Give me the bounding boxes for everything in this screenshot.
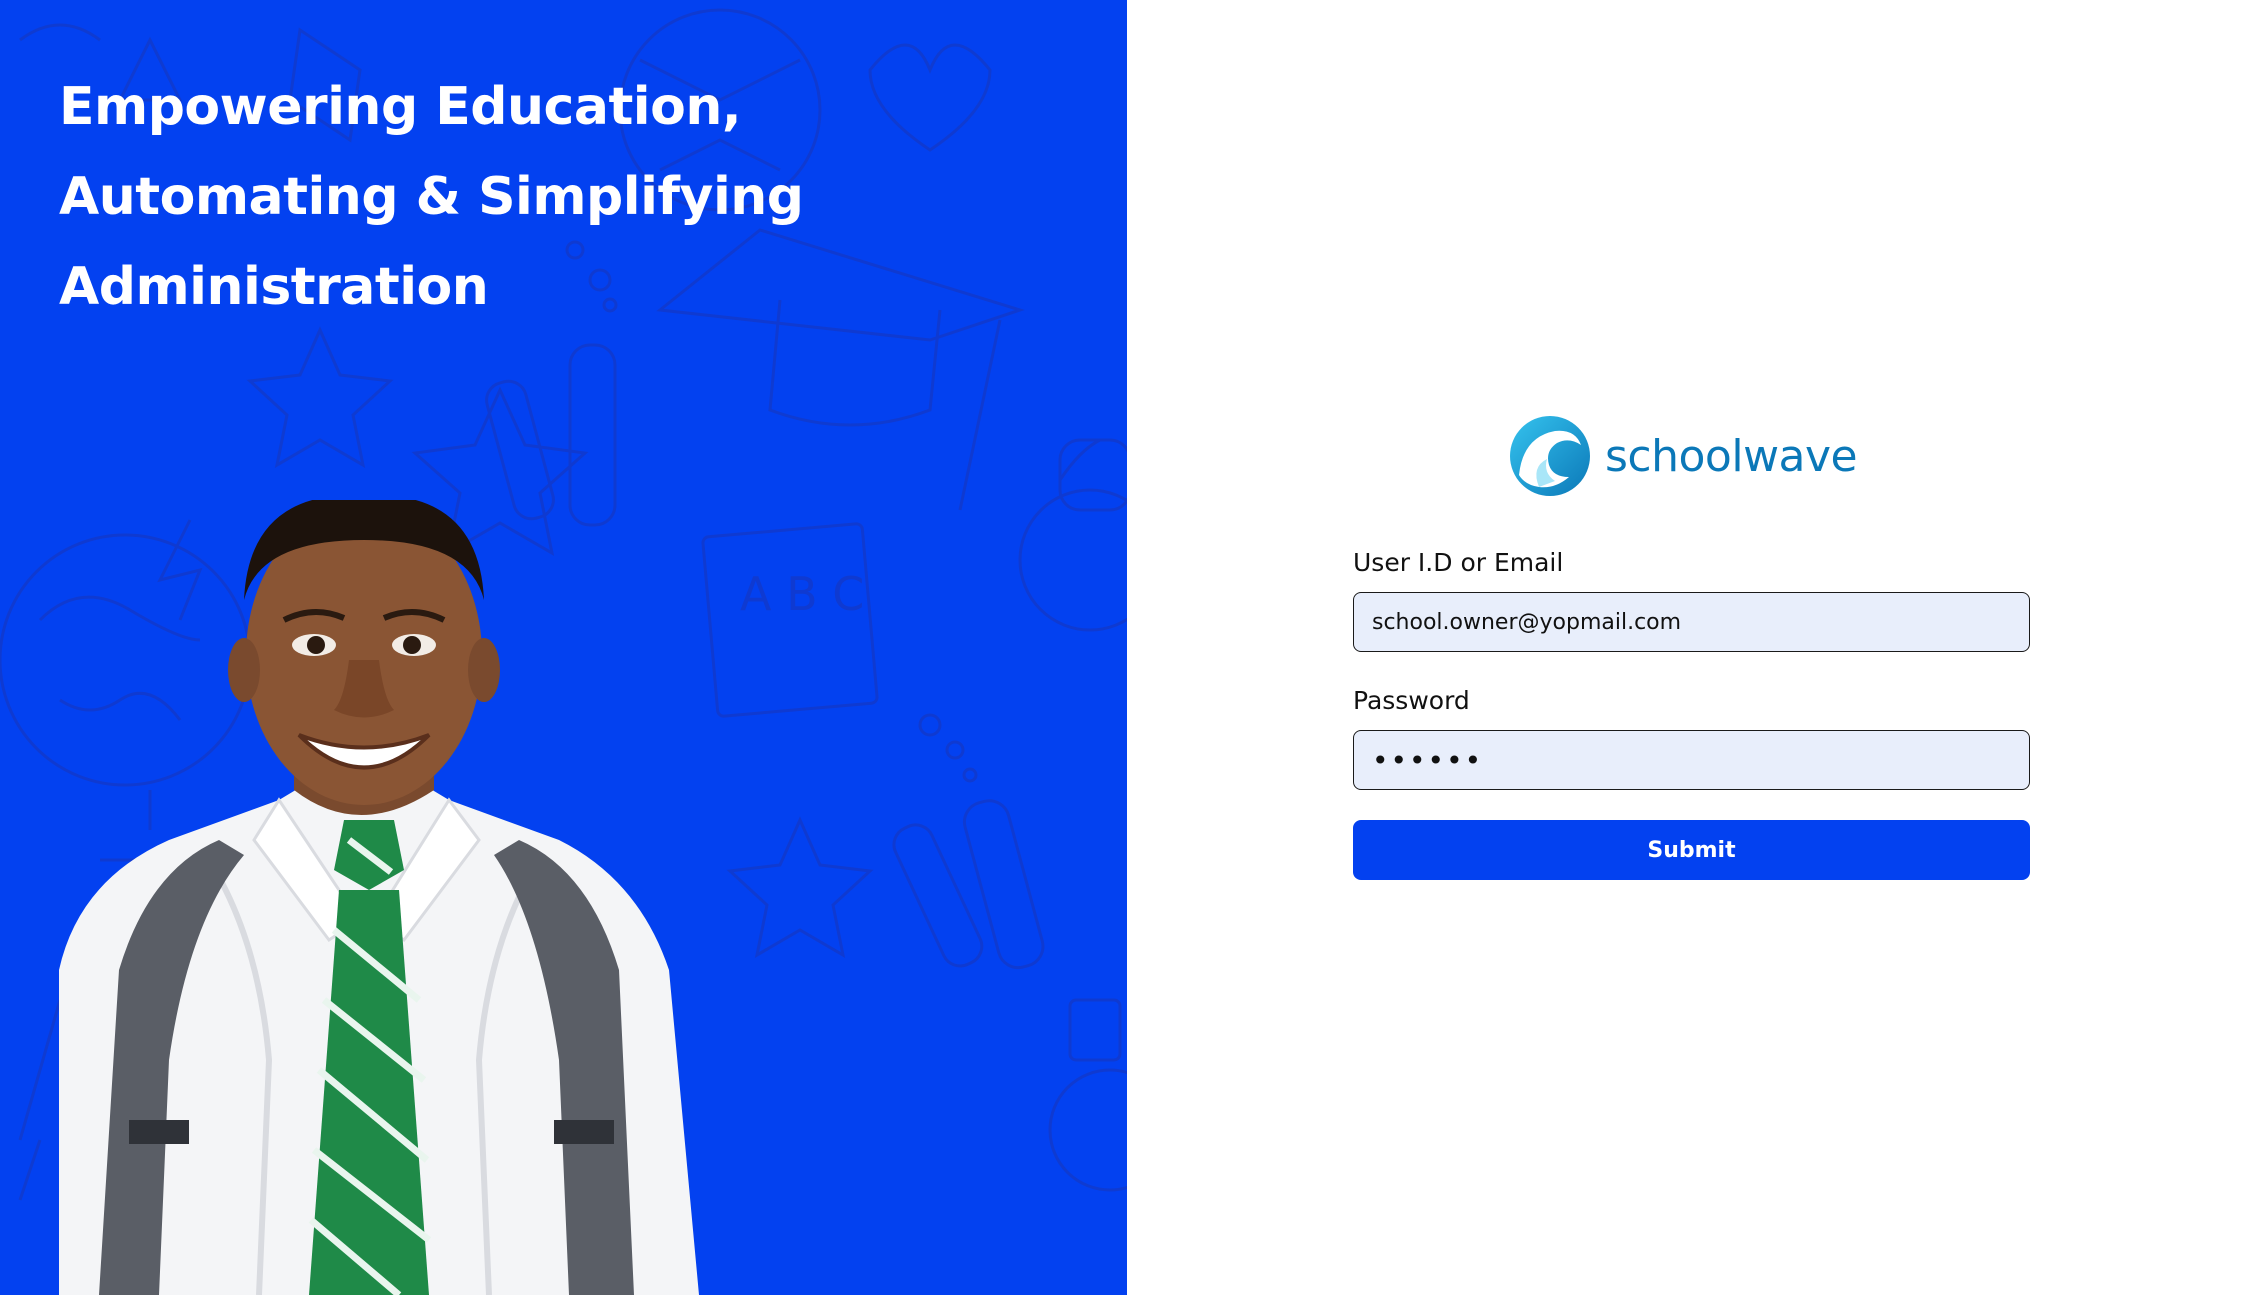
hero-heading-line-2: Automating & Simplifying	[59, 167, 804, 227]
password-label: Password	[1353, 686, 1470, 715]
hero-heading-line-1: Empowering Education,	[59, 77, 742, 137]
hero-panel: A B C Empowering Education, Automating &…	[0, 0, 1127, 1295]
hero-heading: Empowering Education, Automating & Simpl…	[59, 62, 959, 332]
submit-button[interactable]: Submit	[1353, 820, 2030, 880]
student-photo	[59, 500, 699, 1295]
login-panel: schoolwave User I.D or Email Password Su…	[1127, 0, 2254, 1295]
user-id-label: User I.D or Email	[1353, 548, 1564, 577]
hero-heading-line-3: Administration	[59, 257, 489, 317]
password-input[interactable]	[1353, 730, 2030, 790]
brand-name: schoolwave	[1605, 430, 1858, 482]
brand-logo: schoolwave	[1509, 414, 1858, 498]
wave-logo-icon	[1510, 416, 1590, 496]
user-id-email-input[interactable]	[1353, 592, 2030, 652]
